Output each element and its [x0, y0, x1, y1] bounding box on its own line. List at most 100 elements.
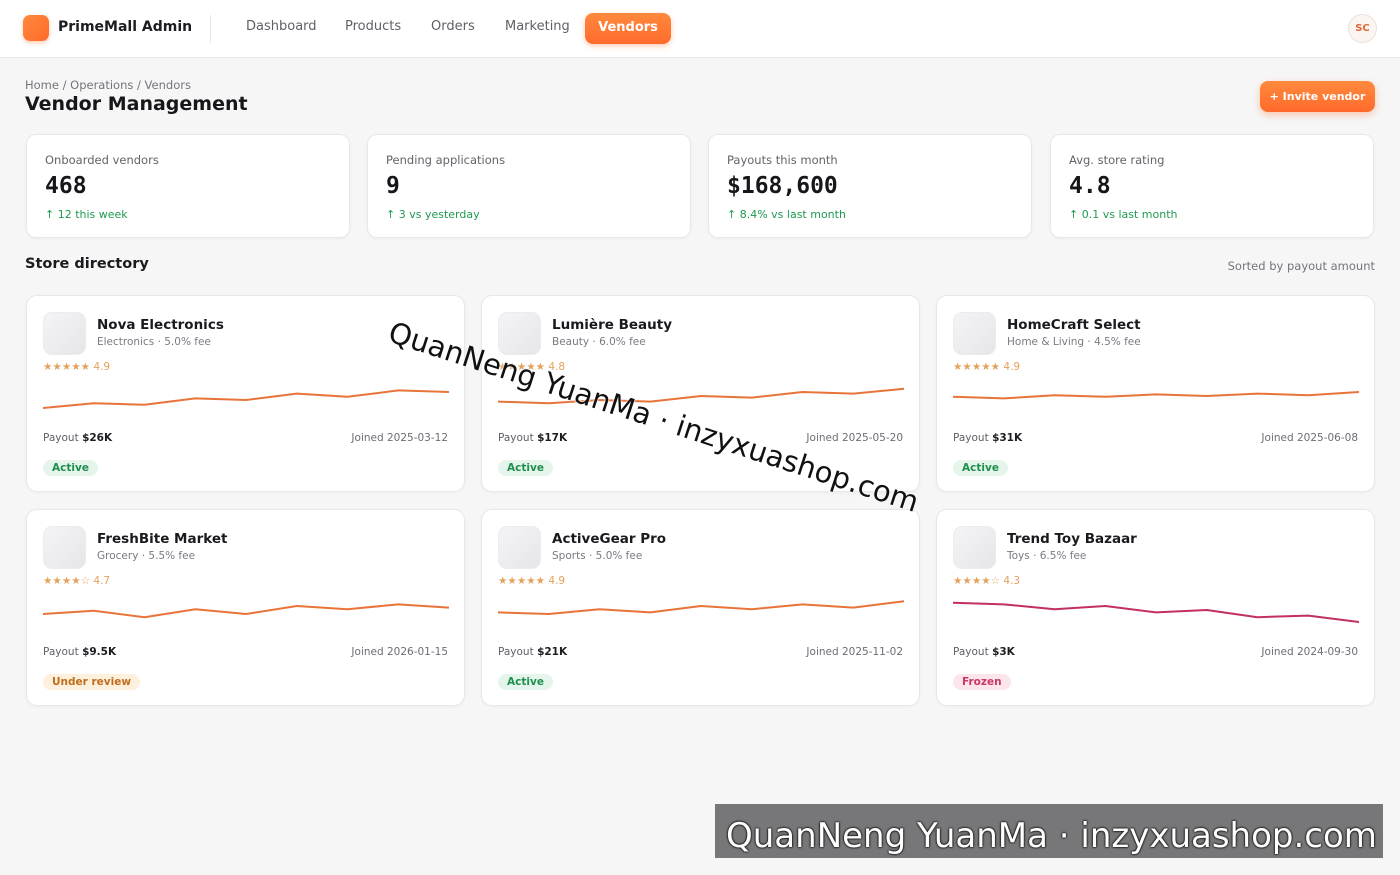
vendor-name[interactable]: Lumière Beauty: [552, 317, 672, 333]
kpi-delta: ↑ 0.1 vs last month: [1069, 208, 1178, 221]
kpi-value: 4.8: [1069, 173, 1111, 199]
status-badge: Frozen: [953, 674, 1011, 690]
nav-marketing[interactable]: Marketing: [505, 19, 570, 34]
vendor-card[interactable]: HomeCraft Select Home & Living · 4.5% fe…: [936, 295, 1375, 492]
vendor-name[interactable]: Nova Electronics: [97, 317, 224, 333]
vendor-rating: ★★★★★ 4.9: [498, 575, 566, 587]
vendor-payout: Payout $9.5K: [43, 646, 116, 658]
payout-trend-sparkline: [43, 603, 449, 619]
brand-logo-icon[interactable]: [23, 15, 49, 41]
kpi-card-payouts: Payouts this month $168,600 ↑ 8.4% vs la…: [708, 134, 1032, 238]
kpi-delta: ↑ 3 vs yesterday: [386, 208, 480, 221]
vendor-card[interactable]: FreshBite Market Grocery · 5.5% fee ★★★★…: [26, 509, 465, 706]
payout-value: $31K: [992, 432, 1023, 444]
brand-divider: [210, 15, 211, 43]
vendor-rating: ★★★★★ 4.9: [953, 361, 1021, 373]
vendor-joined-date: Joined 2025-03-12: [351, 432, 448, 444]
vendor-joined-date: Joined 2025-05-20: [806, 432, 903, 444]
watermark-band: QuanNeng YuanMa · inzyxuashop.com: [715, 804, 1383, 858]
user-avatar[interactable]: SC: [1348, 14, 1377, 43]
payout-value: $9.5K: [82, 646, 117, 658]
kpi-label: Pending applications: [386, 153, 506, 167]
payout-value: $26K: [82, 432, 113, 444]
vendor-joined-date: Joined 2025-06-08: [1261, 432, 1358, 444]
section-title: Store directory: [25, 256, 149, 272]
store-thumbnail: [498, 312, 541, 355]
vendor-meta: Home & Living · 4.5% fee: [1007, 336, 1141, 348]
vendor-card[interactable]: Trend Toy Bazaar Toys · 6.5% fee ★★★★☆ 4…: [936, 509, 1375, 706]
nav-dashboard[interactable]: Dashboard: [246, 19, 317, 34]
brand-name[interactable]: PrimeMall Admin: [58, 19, 192, 35]
vendor-name[interactable]: FreshBite Market: [97, 531, 227, 547]
sparkline-line: [953, 601, 1359, 623]
kpi-label: Avg. store rating: [1069, 153, 1165, 167]
payout-label: Payout: [953, 432, 989, 444]
kpi-card-rating: Avg. store rating 4.8 ↑ 0.1 vs last mont…: [1050, 134, 1374, 238]
vendor-joined-date: Joined 2025-11-02: [806, 646, 903, 658]
sparkline-line: [43, 603, 449, 619]
kpi-delta: ↑ 12 this week: [45, 208, 128, 221]
sparkline-line: [43, 389, 449, 409]
payout-label: Payout: [43, 432, 79, 444]
vendor-joined-date: Joined 2024-09-30: [1261, 646, 1358, 658]
nav-orders[interactable]: Orders: [431, 19, 475, 34]
kpi-delta: ↑ 8.4% vs last month: [727, 208, 846, 221]
status-badge: Active: [498, 674, 553, 690]
vendor-name[interactable]: ActiveGear Pro: [552, 531, 666, 547]
nav-vendors-active[interactable]: Vendors: [585, 13, 671, 44]
sparkline-line: [498, 600, 904, 615]
kpi-label: Onboarded vendors: [45, 153, 159, 167]
kpi-value: 468: [45, 173, 87, 199]
store-thumbnail: [953, 312, 996, 355]
vendor-meta: Toys · 6.5% fee: [1007, 550, 1087, 562]
kpi-card-onboarded: Onboarded vendors 468 ↑ 12 this week: [26, 134, 350, 238]
payout-label: Payout: [498, 646, 534, 658]
payout-trend-sparkline: [43, 389, 449, 409]
vendor-payout: Payout $31K: [953, 432, 1022, 444]
kpi-value: 9: [386, 173, 400, 199]
sparkline-line: [953, 391, 1359, 400]
payout-value: $17K: [537, 432, 568, 444]
vendor-card[interactable]: ActiveGear Pro Sports · 5.0% fee ★★★★★ 4…: [481, 509, 920, 706]
vendor-payout: Payout $3K: [953, 646, 1015, 658]
nav-products[interactable]: Products: [345, 19, 401, 34]
status-badge: Active: [953, 460, 1008, 476]
payout-label: Payout: [498, 432, 534, 444]
kpi-value: $168,600: [727, 173, 838, 199]
vendor-payout: Payout $21K: [498, 646, 567, 658]
vendor-rating: ★★★★☆ 4.3: [953, 575, 1021, 587]
vendor-meta: Electronics · 5.0% fee: [97, 336, 211, 348]
kpi-label: Payouts this month: [727, 153, 838, 167]
page-title: Vendor Management: [25, 93, 248, 115]
vendor-rating: ★★★★☆ 4.7: [43, 575, 111, 587]
payout-label: Payout: [953, 646, 989, 658]
payout-trend-sparkline: [498, 600, 904, 615]
payout-trend-sparkline: [953, 601, 1359, 623]
vendor-meta: Grocery · 5.5% fee: [97, 550, 196, 562]
store-thumbnail: [43, 526, 86, 569]
payout-label: Payout: [43, 646, 79, 658]
watermark-text: QuanNeng YuanMa · inzyxuashop.com: [726, 816, 1377, 856]
payout-value: $21K: [537, 646, 568, 658]
vendor-payout: Payout $17K: [498, 432, 567, 444]
payout-value: $3K: [992, 646, 1015, 658]
status-badge: Under review: [43, 674, 141, 690]
vendor-payout: Payout $26K: [43, 432, 112, 444]
store-thumbnail: [953, 526, 996, 569]
breadcrumb[interactable]: Home / Operations / Vendors: [25, 78, 191, 92]
payout-trend-sparkline: [953, 391, 1359, 400]
vendor-meta: Beauty · 6.0% fee: [552, 336, 646, 348]
vendor-meta: Sports · 5.0% fee: [552, 550, 643, 562]
store-thumbnail: [43, 312, 86, 355]
sort-note: Sorted by payout amount: [1227, 259, 1375, 273]
vendor-name[interactable]: Trend Toy Bazaar: [1007, 531, 1137, 547]
status-badge: Active: [43, 460, 98, 476]
invite-vendor-button[interactable]: + Invite vendor: [1260, 81, 1375, 112]
status-badge: Active: [498, 460, 553, 476]
vendor-name[interactable]: HomeCraft Select: [1007, 317, 1141, 333]
kpi-card-pending: Pending applications 9 ↑ 3 vs yesterday: [367, 134, 691, 238]
top-navigation-bar: PrimeMall Admin Dashboard Products Order…: [0, 0, 1400, 58]
vendor-rating: ★★★★★ 4.9: [43, 361, 111, 373]
vendor-joined-date: Joined 2026-01-15: [351, 646, 448, 658]
store-thumbnail: [498, 526, 541, 569]
